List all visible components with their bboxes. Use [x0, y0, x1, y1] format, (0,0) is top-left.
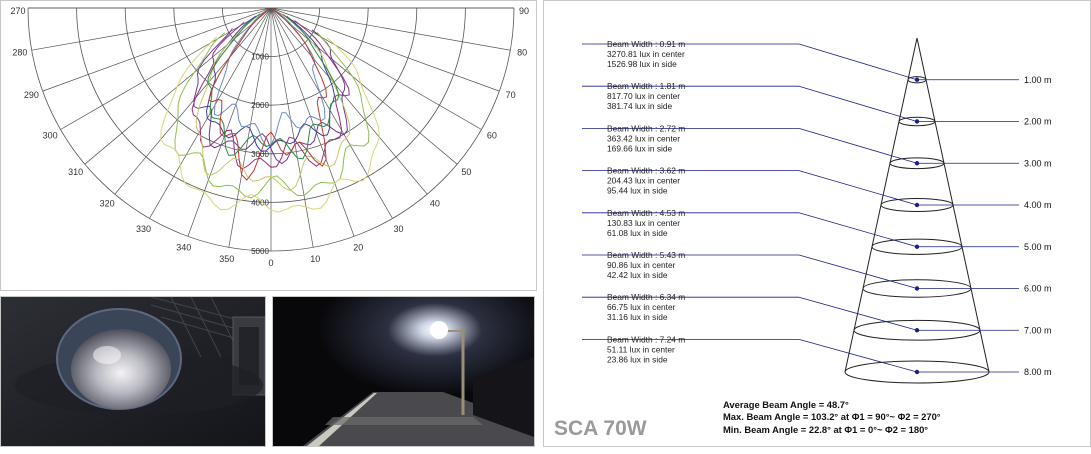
illuminance-cone-panel: 1.00 m Beam Width : 0.91 m 3270.81 lux in …: [543, 0, 1091, 447]
road-photo: [272, 296, 535, 447]
distance-label: 3.00 m: [1024, 158, 1052, 168]
polar-angle-label: 50: [461, 167, 471, 177]
polar-spoke: [270, 7, 458, 165]
polar-angle-label: 340: [176, 243, 191, 253]
lux-side-text: 95.44 lux in side: [607, 186, 668, 196]
lux-side-text: 31.16 lux in side: [607, 312, 668, 322]
beam-width-text: Beam Width : 4.53 m: [607, 208, 685, 218]
polar-spoke: [270, 7, 428, 195]
polar-angle-label: 350: [219, 254, 234, 264]
polar-angle-label: 280: [12, 47, 27, 57]
polar-angle-label: 30: [393, 224, 403, 234]
lux-center-text: 817.70 lux in center: [607, 91, 680, 101]
beam-leader-line: [798, 254, 918, 289]
beam-width-text: Beam Width : 5.43 m: [607, 250, 685, 260]
beam-leader-line: [798, 85, 918, 122]
min-beam-angle: Min. Beam Angle = 22.8° at Φ1 = 0°~ Φ2 =…: [723, 424, 929, 435]
polar-angle-label: 310: [68, 167, 83, 177]
polar-ring-label: 5000: [251, 247, 269, 256]
polar-angle-label: 70: [506, 90, 516, 100]
polar-angle-label: 20: [353, 243, 363, 253]
lamp-photo: [0, 296, 266, 447]
beam-leader-line: [798, 128, 918, 164]
intensity-curve: [174, 32, 370, 199]
beam-width-text: Beam Width : 3.62 m: [607, 166, 685, 176]
distance-label: 2.00 m: [1024, 117, 1052, 127]
polar-angle-label: 10: [310, 254, 320, 264]
lux-center-text: 51.11 lux in center: [607, 344, 675, 354]
polar-diagram: 270 280 290 300 310 320 330 340 350 0 10 20 30 40 50 60…: [10, 6, 529, 268]
distance-label: 6.00 m: [1024, 284, 1052, 294]
polar-angle-label: 0: [268, 258, 273, 268]
intensity-curve: [195, 12, 351, 192]
beam-width-text: Beam Width : 0.91 m: [607, 39, 685, 49]
road-photo-illustration: [273, 297, 534, 446]
polar-angle-label: 290: [24, 90, 39, 100]
polar-angle-label: 270: [10, 6, 25, 16]
distance-label: 8.00 m: [1024, 367, 1052, 377]
beam-leader-line: [798, 296, 918, 331]
illuminance-cone-diagram: 1.00 m Beam Width : 0.91 m3270.81 lux in …: [582, 37, 1052, 384]
lux-center-text: 130.83 lux in center: [607, 218, 680, 228]
lux-center-text: 204.43 lux in center: [607, 176, 680, 186]
beam-width-text: Beam Width : 7.24 m: [607, 334, 685, 344]
polar-angle-label: 300: [43, 131, 58, 141]
polar-ring-label: 2000: [251, 101, 269, 110]
average-beam-angle: Average Beam Angle = 48.7°: [723, 399, 849, 410]
distance-label: 1.00 m: [1024, 75, 1052, 85]
distance-label: 5.00 m: [1024, 242, 1052, 252]
lux-side-text: 42.42 lux in side: [607, 270, 668, 280]
lamp-photo-illustration: [1, 297, 265, 446]
beam-width-text: Beam Width : 2.72 m: [607, 123, 685, 133]
polar-angle-label: 80: [517, 47, 527, 57]
polar-ring-label: 1000: [251, 53, 269, 62]
beam-leader-line: [798, 212, 918, 248]
polar-angle-label: 60: [487, 131, 497, 141]
lux-side-text: 61.08 lux in side: [607, 228, 668, 238]
beam-leader-line: [798, 170, 918, 206]
lux-side-text: 169.66 lux in side: [607, 143, 673, 153]
distance-label: 7.00 m: [1024, 325, 1052, 335]
polar-angle-label: 330: [136, 224, 151, 234]
lux-center-text: 66.75 lux in center: [607, 302, 676, 312]
lux-center-text: 90.86 lux in center: [607, 260, 676, 270]
polar-angle-label: 320: [100, 198, 115, 208]
beam-width-text: Beam Width : 6.34 m: [607, 292, 685, 302]
beam-leader-line: [798, 339, 918, 373]
lux-side-text: 381.74 lux in side: [607, 101, 673, 111]
distance-label: 4.00 m: [1024, 200, 1052, 210]
polar-angle-label: 40: [430, 198, 440, 208]
product-title: SCA 70W: [554, 417, 647, 440]
beam-leader-line: [798, 43, 918, 81]
polar-angle-label: 90: [519, 6, 529, 16]
lux-side-text: 1526.98 lux in side: [607, 59, 677, 69]
lux-side-text: 23.86 lux in side: [607, 354, 668, 364]
polar-diagram-panel: 270 280 290 300 310 320 330 340 350 0 10 20 30 40 50 60…: [0, 0, 537, 291]
lux-center-text: 363.42 lux in center: [607, 133, 680, 143]
max-beam-angle: Max. Beam Angle = 103.2° at Φ1 = 90°~ Φ2…: [723, 411, 941, 422]
beam-width-text: Beam Width : 1.81 m: [607, 81, 685, 91]
lux-center-text: 3270.81 lux in center: [607, 49, 685, 59]
